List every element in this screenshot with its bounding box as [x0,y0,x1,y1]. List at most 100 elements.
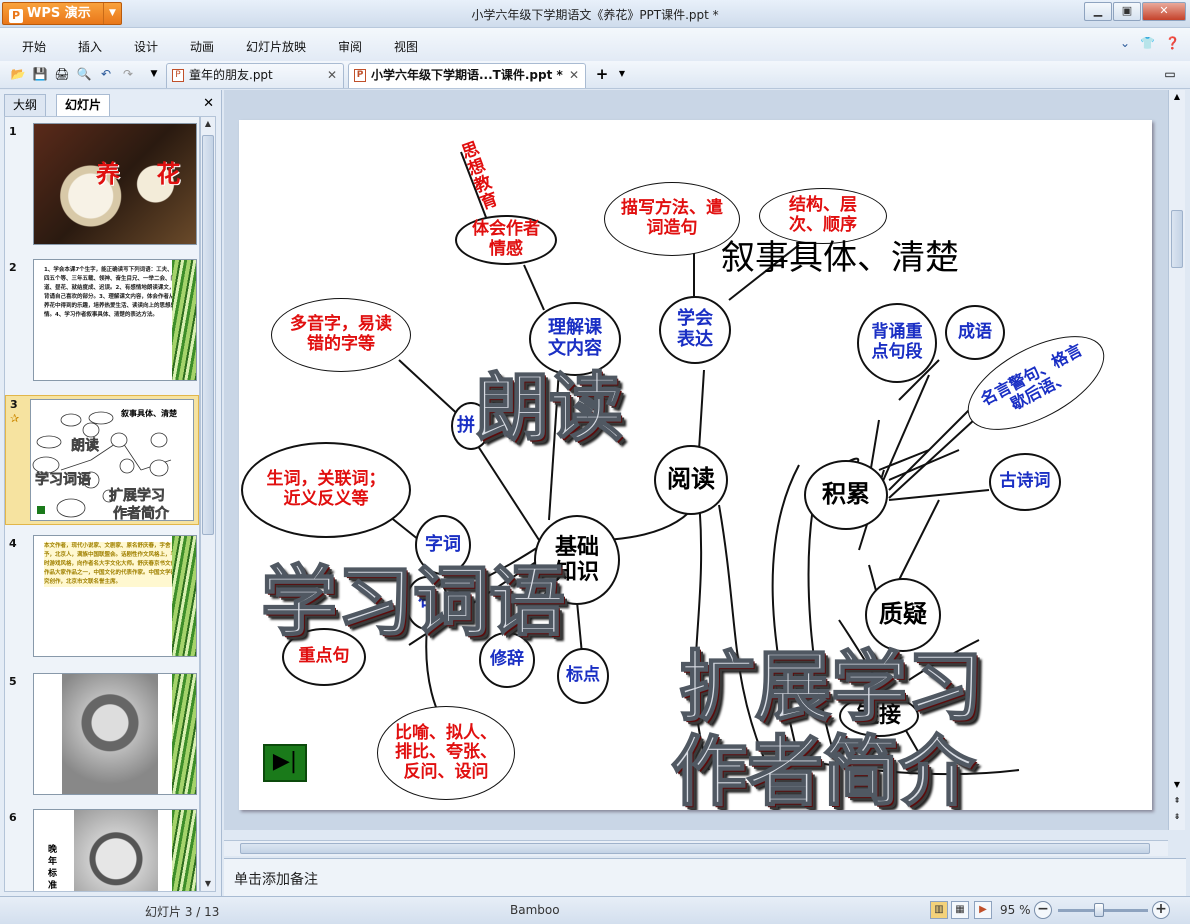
menu-bar: 开始 插入 设计 动画 幻灯片放映 审阅 视图 ⌄ 👕 ❓ [0,28,1190,61]
slide-number: 2 [9,261,17,274]
bamboo-decoration [172,536,196,656]
sorter-view-icon[interactable]: ▦ [951,901,969,919]
slide-thumb-6[interactable]: 6 晚年标准像 [5,809,199,891]
node-learn-expression: 学会表达 [659,296,731,364]
svg-text:学习词语: 学习词语 [35,471,91,488]
slide-counter: 幻灯片 3 / 13 [145,905,220,919]
wordart-learn-vocabulary[interactable]: 学习词语 [260,540,566,650]
node-ancient-poems: 古诗词 [989,453,1061,511]
node-accumulation: 积累 [804,460,888,530]
normal-view-icon[interactable]: ▥ [930,901,948,919]
customize-toolbar-icon[interactable]: ▼ [146,66,162,82]
ppt-file-icon: P [172,69,184,82]
scroll-thumb[interactable] [202,135,214,535]
zoom-out-button[interactable]: − [1034,901,1052,919]
node-recite-key-passages: 背诵重点句段 [857,303,937,383]
layout-toggle-icon[interactable]: ▭ [1162,66,1178,82]
slides-panel: 大纲 幻灯片 ✕ 1 养 花 2 1、学会本课7个生字，能正确读写下列词语：工夫… [0,90,222,896]
scroll-down-icon[interactable]: ▼ [201,877,215,891]
skin-icon[interactable]: 👕 [1140,36,1155,50]
zoom-slider-handle[interactable] [1094,903,1104,917]
close-button[interactable]: ✕ [1142,2,1186,21]
print-preview-icon[interactable]: 🔍 [76,66,92,82]
quick-toolbar: 📂 💾 🖨 🔍 ↶ ↷ ▼ P 童年的朋友.ppt ✕ P 小学六年级下学期语.… [0,61,1190,89]
slide-preview: 1、学会本课7个生字，能正确读写下列词语：工夫、四五个等、三年五载、领神、奋生目… [33,259,197,381]
thumbnail-scrollbar[interactable]: ▲ ▼ [200,116,216,892]
menu-view[interactable]: 视图 [394,38,418,55]
node-polyphonic-chars: 多音字，易读错的字等 [271,298,411,372]
collapse-ribbon-icon[interactable]: ⌄ [1120,36,1130,50]
vertical-scrollbar[interactable]: ▲ ▼ ⇞ ⇟ [1168,90,1185,830]
zoom-in-button[interactable]: + [1152,901,1170,919]
help-icon[interactable]: ❓ [1165,36,1180,50]
open-icon[interactable]: 📂 [10,66,26,82]
next-action-button[interactable]: ▶| [263,744,307,782]
slideshow-view-icon[interactable]: ▶ [974,901,992,919]
slide-preview: 本文作者，现代小说家、文剧家、原名舒庆春，字舍予，北京人，满族中国联盟会。话剧性… [33,535,197,657]
maximize-button[interactable]: ▣ [1113,2,1141,21]
next-slide-icon[interactable]: ⇟ [1171,812,1183,821]
scroll-down-icon[interactable]: ▼ [1171,780,1183,789]
horizontal-scrollbar[interactable] [224,840,1168,856]
bamboo-decoration [172,260,196,380]
scroll-thumb[interactable] [240,843,1150,854]
tab-outline[interactable]: 大纲 [4,94,47,116]
slide-title: 养 花 [96,160,195,188]
slide-thumb-2[interactable]: 2 1、学会本课7个生字，能正确读写下列词语：工夫、四五个等、三年五载、领神、奋… [5,259,199,383]
tab-slides[interactable]: 幻灯片 [56,94,111,116]
slide-thumb-3[interactable]: 3 ✰ 叙事具体、清楚 朗读 学习词语 扩展学习 作者简介 [5,395,199,525]
menu-home[interactable]: 开始 [22,38,46,55]
slide-number: 6 [9,811,17,824]
notes-placeholder[interactable]: 单击添加备注 [234,869,318,889]
zoom-level: 95 % [1000,903,1031,917]
mindmap-mini: 叙事具体、清楚 朗读 学习词语 扩展学习 作者简介 [32,408,178,521]
slide-number: 5 [9,675,17,688]
minimize-button[interactable]: ▁ [1084,2,1112,21]
new-tab-icon[interactable]: + [594,66,610,82]
slide-text: 本文作者，现代小说家、文剧家、原名舒庆春，字舍予，北京人，满族中国联盟会。话剧性… [44,542,177,587]
title-bar: P WPS 演示 ▼ 小学六年级下学期语文《养花》PPT课件.ppt * ▁ ▣ … [0,0,1190,28]
menu-insert[interactable]: 插入 [78,38,102,55]
close-panel-icon[interactable]: ✕ [203,96,214,111]
slide-thumb-4[interactable]: 4 本文作者，现代小说家、文剧家、原名舒庆春，字舍予，北京人，满族中国联盟会。话… [5,535,199,659]
slide-thumb-5[interactable]: 5 [5,673,199,797]
doc-tab-label: 童年的朋友.ppt [189,68,273,82]
current-slide[interactable]: 思想教育 体会作者情感 描写方法、遣词造句 结构、层次、顺序 叙事具体、清楚 理… [239,120,1152,810]
menu-design[interactable]: 设计 [134,38,158,55]
slide-thumb-1[interactable]: 1 养 花 [5,123,199,247]
slide-number: 1 [9,125,17,138]
close-tab-icon[interactable]: ✕ [569,64,579,87]
menu-animation[interactable]: 动画 [190,38,214,55]
undo-icon[interactable]: ↶ [98,66,114,82]
scroll-up-icon[interactable]: ▲ [1171,92,1183,101]
slide-preview: 叙事具体、清楚 朗读 学习词语 扩展学习 作者简介 [30,399,194,521]
doc-tab-1[interactable]: P 童年的朋友.ppt ✕ [166,63,344,88]
wordart-author-intro[interactable]: 作者简介 [670,710,976,810]
node-feel-author-emotion: 体会作者情感 [455,215,557,265]
scroll-thumb[interactable] [1171,210,1183,268]
animation-star-icon: ✰ [10,412,20,425]
tab-list-icon[interactable]: ▼ [614,66,630,82]
print-icon[interactable]: 🖨 [54,66,70,82]
redo-icon[interactable]: ↷ [120,66,136,82]
doc-tab-2[interactable]: P 小学六年级下学期语...T课件.ppt * ✕ [348,63,586,88]
prev-slide-icon[interactable]: ⇞ [1171,796,1183,805]
svg-text:朗读: 朗读 [71,437,99,454]
notes-pane[interactable]: 单击添加备注 [224,858,1186,896]
doc-tab-label: 小学六年级下学期语...T课件.ppt * [371,68,563,82]
theme-name: Bamboo [510,903,560,917]
wordart-reading-aloud[interactable]: 朗读 [474,348,624,455]
author-portrait [74,810,158,891]
node-reading: 阅读 [654,445,728,515]
ppt-file-icon: P [354,69,366,82]
scroll-up-icon[interactable]: ▲ [201,117,215,131]
node-rhetorical-devices: 比喻、拟人、排比、夸张、反问、设问 [377,706,515,800]
svg-text:作者简介: 作者简介 [113,505,170,521]
save-icon[interactable]: 💾 [32,66,48,82]
menu-slideshow[interactable]: 幻灯片放映 [246,38,306,55]
slide-thumbnail-list: 1 养 花 2 1、学会本课7个生字，能正确读写下列词语：工夫、四五个等、三年五… [4,116,200,892]
close-tab-icon[interactable]: ✕ [327,64,337,87]
svg-text:扩展学习: 扩展学习 [109,487,165,504]
bamboo-decoration [172,810,196,891]
menu-review[interactable]: 审阅 [338,38,362,55]
